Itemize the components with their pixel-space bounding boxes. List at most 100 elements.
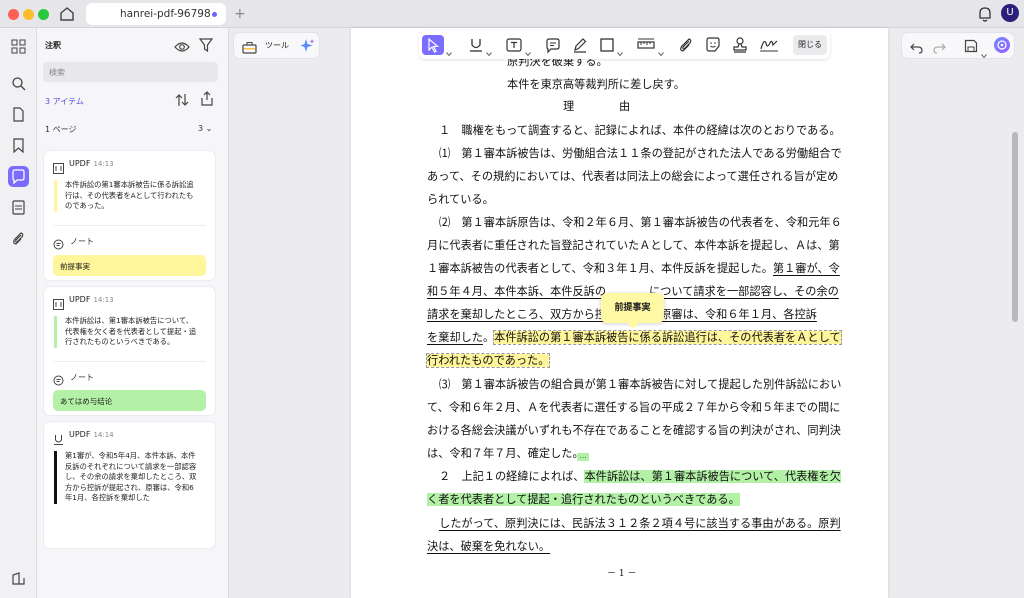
doc-line: ⑶ 第１審本訴被告の組合員が第１審本訴被告に対して提起した別件訴訟におい — [439, 378, 842, 391]
textbox-tool-icon[interactable] — [506, 35, 522, 55]
note-text[interactable]: あてはめ与结论 — [53, 390, 206, 411]
ai-assistant-icon[interactable] — [994, 37, 1010, 53]
annotation-card[interactable]: UPDF 14:13 本件訴訟は、第1審本訴被告について、 代表権を欠く者を代表者と… — [44, 287, 215, 415]
vertical-scrollbar[interactable] — [1012, 132, 1018, 322]
layers-icon[interactable] — [8, 568, 29, 589]
green-highlight[interactable]: く者を代表者として提起・追行されたものというべきである。 — [427, 493, 740, 506]
doc-heading: 理 由 — [563, 100, 631, 113]
comments-panel: 注釈 検索 3 アイテム 1 ページ 3 ⌄ UPDF 14:13 本件訴訟の第1… — [37, 28, 229, 598]
chevron-down-icon[interactable] — [446, 41, 452, 61]
yellow-highlight[interactable]: 行われたものであった。 — [425, 353, 551, 368]
doc-line: ⑴ 第１審本訴被告は、労働組合法１１条の登記がされた法人である労働組合で — [439, 147, 842, 160]
unsaved-dot-icon — [212, 12, 217, 17]
page-number: － 1 － — [607, 569, 637, 579]
underline-tool-icon[interactable] — [469, 35, 483, 55]
annotation-card[interactable]: UPDF 14:13 本件訴訟の第1審本訴被告に係る訴訟追 行は、その代表者をAとし… — [44, 151, 215, 280]
sticker-tool-icon[interactable] — [705, 35, 721, 55]
stamp-tool-icon[interactable] — [732, 35, 748, 55]
shape-tool-icon[interactable] — [599, 35, 615, 55]
doc-line: ⑵ 第１審本訴原告は、令和２年６月、第１審本訴被告の代表者を、令和元年６ — [439, 216, 842, 229]
highlight-icon — [53, 159, 64, 178]
highlight-icon — [53, 295, 64, 314]
yellow-highlight[interactable]: 本件訴訟の第１審本訴被告に係る訴訟追行は、その代表者をＡとして — [493, 330, 842, 345]
home-icon[interactable] — [58, 5, 76, 23]
thumbnails-icon[interactable] — [8, 36, 29, 57]
note-icon — [53, 371, 64, 390]
card-quote: 第1審が、令和5年4月、本件本訴、本件 反訴のそれぞれについて請求を一部認容 し、そ… — [54, 451, 204, 504]
item-count: 3 アイテム — [45, 97, 84, 106]
doc-line: を棄却した。本件訴訟の第１審本訴被告に係る訴訟追行は、その代表者をＡとして — [427, 330, 842, 345]
underline-annotation[interactable]: したがって、原判決には、民訴法３１２条２項４号に該当する事由がある。原判 — [439, 516, 841, 532]
new-tab-icon[interactable]: + — [234, 5, 246, 23]
card-quote: 本件訴訟は、第1審本訴被告について、 代表権を欠く者を代表者として提起・追 行された… — [54, 316, 204, 348]
pencil-tool-icon[interactable] — [572, 35, 588, 55]
page-group-label[interactable]: 1 ページ — [45, 124, 76, 135]
document-tab[interactable]: hanrei-pdf-96798 — [86, 3, 226, 25]
comment-marker-icon[interactable]: … — [577, 453, 589, 461]
attachment-tool-icon[interactable] — [678, 35, 694, 55]
doc-line: て、令和６年２月、Ａを代表者に選任する旨の平成２７年から令和５年までの間に — [427, 401, 841, 414]
measure-tool-icon[interactable] — [637, 35, 655, 55]
eye-icon[interactable] — [174, 38, 190, 57]
green-highlight[interactable]: 本件訴訟は、第１審本訴被告について、代表権を欠 — [584, 470, 841, 483]
bookmark-icon[interactable] — [8, 135, 29, 156]
annotation-card[interactable]: UPDF 14:14 第1審が、令和5年4月、本件本訴、本件 反訴のそれぞれについて… — [44, 422, 215, 548]
doc-line: く者を代表者として提起・追行されたものというべきである。 — [427, 492, 740, 508]
form-icon[interactable] — [8, 197, 29, 218]
card-author: UPDF 14:13 — [69, 295, 114, 304]
attachment-icon[interactable] — [8, 228, 29, 249]
doc-line: あって、その規約においては、代表者は同法上の総会によって選任される旨が定め — [427, 170, 839, 183]
filter-icon[interactable] — [198, 37, 214, 56]
underline-annotation[interactable]: を棄却した — [427, 331, 483, 344]
select-tool-icon[interactable] — [422, 35, 444, 55]
note-label: ノート — [70, 237, 94, 246]
chevron-down-icon[interactable] — [617, 41, 623, 61]
chevron-down-icon[interactable] — [658, 41, 664, 61]
doc-line: 月に代表者に重任された旨登記されていたＡとして、本件本訴を提起し、Ａは、第 — [427, 239, 840, 252]
tab-title: hanrei-pdf-96798 — [120, 8, 211, 20]
doc-line: 本件を東京高等裁判所に差し戻す。 — [507, 78, 685, 91]
chevron-down-icon[interactable] — [486, 41, 492, 61]
tools-button[interactable]: ツール — [234, 33, 319, 58]
annotation-tooltip: 前提事実 — [601, 293, 664, 329]
page-group-count[interactable]: 3 ⌄ — [198, 124, 212, 133]
export-icon[interactable] — [200, 91, 214, 110]
close-window-button[interactable] — [8, 9, 19, 20]
history-toolbar — [902, 33, 1014, 59]
doc-line: おける各総会決議がいずれも不存在であることを確認する旨の判決がされ、同判決 — [427, 424, 841, 437]
search-icon[interactable] — [8, 73, 29, 94]
redo-icon[interactable] — [933, 39, 946, 58]
bell-icon[interactable] — [977, 5, 993, 23]
title-bar: hanrei-pdf-96798 + U — [0, 0, 1024, 28]
underline-annotation[interactable]: 決は、破棄を免れない。 — [427, 539, 550, 555]
sort-icon[interactable] — [175, 92, 189, 111]
undo-icon[interactable] — [910, 39, 923, 58]
doc-line: １審本訴被告の代表者として、令和３年１月、本件反訴を提起した。第１審が、令 — [427, 262, 840, 275]
note-text[interactable]: 前提事実 — [53, 255, 206, 276]
pdf-page: 原判決を破棄する。 本件を東京高等裁判所に差し戻す。 理 由 １ 職権をもって調… — [351, 28, 888, 598]
card-author: UPDF 14:14 — [69, 430, 114, 439]
document-viewer: 原判決を破棄する。 本件を東京高等裁判所に差し戻す。 理 由 １ 職権をもって調… — [229, 28, 1024, 598]
save-icon[interactable] — [964, 38, 978, 57]
divider — [53, 361, 206, 362]
note-label: ノート — [70, 373, 94, 382]
chevron-down-icon[interactable] — [981, 43, 987, 62]
doc-line: ２ 上記１の経緯によれば、本件訴訟は、第１審本訴被告について、代表権を欠 — [439, 470, 841, 483]
underline-annotation[interactable]: 第１審が、令 — [773, 262, 840, 275]
left-icon-rail — [0, 28, 37, 598]
close-annotation-button[interactable]: 閉じる — [793, 35, 827, 55]
doc-line: は、令和７年７月、確定した。 — [427, 447, 584, 460]
chevron-down-icon[interactable] — [525, 41, 531, 61]
divider — [53, 225, 206, 226]
card-quote: 本件訴訟の第1審本訴被告に係る訴訟追 行は、その代表者をAとして行われたも のであっ… — [54, 180, 204, 212]
search-input[interactable]: 検索 — [43, 62, 218, 82]
zoom-window-button[interactable] — [38, 9, 49, 20]
pages-icon[interactable] — [8, 104, 29, 125]
avatar[interactable]: U — [1001, 4, 1019, 22]
minimize-window-button[interactable] — [23, 9, 34, 20]
panel-title: 注釈 — [45, 41, 61, 50]
comment-tool-icon[interactable] — [545, 35, 561, 55]
signature-tool-icon[interactable] — [759, 35, 779, 55]
ai-sparkle-icon[interactable] — [300, 38, 315, 57]
comments-icon[interactable] — [8, 166, 29, 187]
